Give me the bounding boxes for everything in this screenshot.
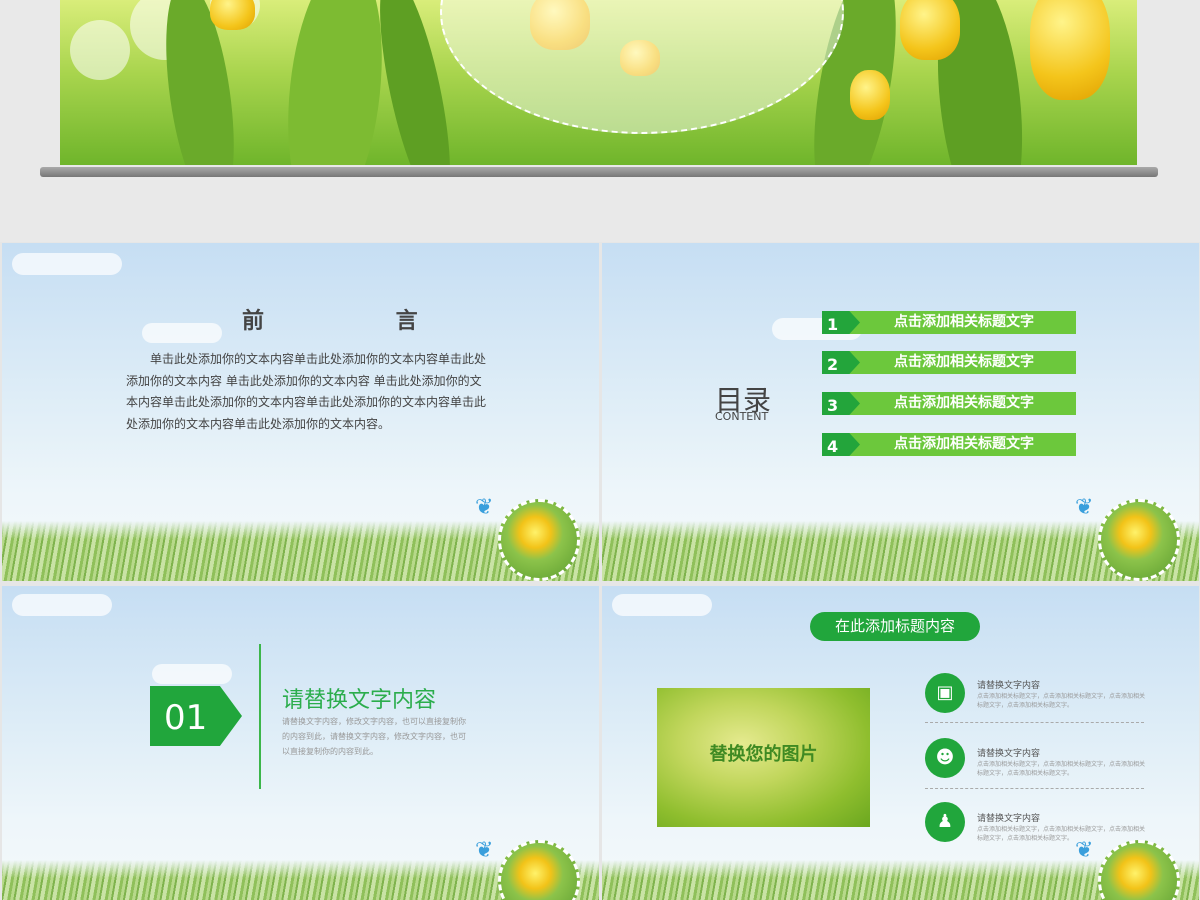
image-placeholder[interactable]: 替换您的图片 [657,688,870,827]
feature-title: 请替换文字内容 [977,681,1041,691]
butterfly-icon: ❦ [1075,495,1094,520]
slide-preface[interactable]: 前 言 单击此处添加你的文本内容单击此处添加你的文本内容单击此处添加你的文本内容… [2,243,599,581]
section-title: 请替换文字内容 [282,688,437,713]
cloud [12,594,112,616]
hero-slide[interactable] [60,0,1137,165]
presentation-icon: ▣ [925,673,965,713]
hero-area [0,0,1200,242]
toc-item-label: 点击添加相关标题文字 [894,354,1034,370]
cloud [612,594,712,616]
toc-subtitle: CONTENT [715,410,769,423]
feature-separator [925,788,1144,789]
section-number: 01 [150,686,242,746]
toc-item-label: 点击添加相关标题文字 [894,314,1034,330]
flower-circle [1098,499,1180,581]
content-title-pill: 在此添加标题内容 [810,612,980,641]
feature-title: 请替换文字内容 [977,749,1041,759]
slide-section[interactable]: 01 请替换文字内容 请替换文字内容，修改文字内容，也可以直接复制你的内容到此，… [2,586,599,900]
flower-circle [498,840,580,900]
feature-desc: 点击添加相关标题文字，点击添加相关标题文字，点击添加相关标题文字，点击添加相关标… [977,826,1146,842]
feature-title: 请替换文字内容 [977,814,1041,824]
feature-separator [925,722,1144,723]
butterfly-icon: ❦ [475,838,494,863]
grass-blade [276,0,394,165]
toc-item[interactable]: 点击添加相关标题文字 1 [822,311,1076,334]
team-icon: ♟ [925,802,965,842]
hero-shelf [40,167,1158,177]
feature-desc: 点击添加相关标题文字，点击添加相关标题文字，点击添加相关标题文字，点击添加相关标… [977,693,1146,709]
feature-desc: 点击添加相关标题文字，点击添加相关标题文字，点击添加相关标题文字，点击添加相关标… [977,761,1146,777]
slide-toc[interactable]: 目录 CONTENT 点击添加相关标题文字 1 点击添加相关标题文字 2 点击添… [602,243,1199,581]
flower-circle [1098,840,1180,900]
section-divider [259,644,261,789]
toc-item[interactable]: 点击添加相关标题文字 4 [822,433,1076,456]
tulip [850,70,890,120]
bokeh-light [70,20,130,80]
tulip [210,0,255,30]
butterfly-icon: ❦ [1075,838,1094,863]
section-body: 请替换文字内容，修改文字内容，也可以直接复制你的内容到此，请替换文字内容，修改文… [282,717,466,756]
hero-circle-frame [440,0,844,134]
toc-item[interactable]: 点击添加相关标题文字 3 [822,392,1076,415]
preface-title: 前 言 [242,309,480,334]
tulip [1030,0,1110,100]
toc-item-label: 点击添加相关标题文字 [894,436,1034,452]
cloud [152,664,232,684]
toc-item-label: 点击添加相关标题文字 [894,395,1034,411]
toc-item[interactable]: 点击添加相关标题文字 2 [822,351,1076,374]
butterfly-icon: ❦ [475,495,494,520]
preface-body: 单击此处添加你的文本内容单击此处添加你的文本内容单击此处添加你的文本内容 单击此… [126,352,487,431]
cloud [12,253,122,275]
slide-content[interactable]: 在此添加标题内容 替换您的图片 ▣ 请替换文字内容 点击添加相关标题文字，点击添… [602,586,1199,900]
cloud [142,323,222,343]
flower-circle [498,499,580,581]
lightbulb-head-icon: ☻ [925,738,965,778]
tulip [900,0,960,60]
image-placeholder-label: 替换您的图片 [709,744,818,765]
